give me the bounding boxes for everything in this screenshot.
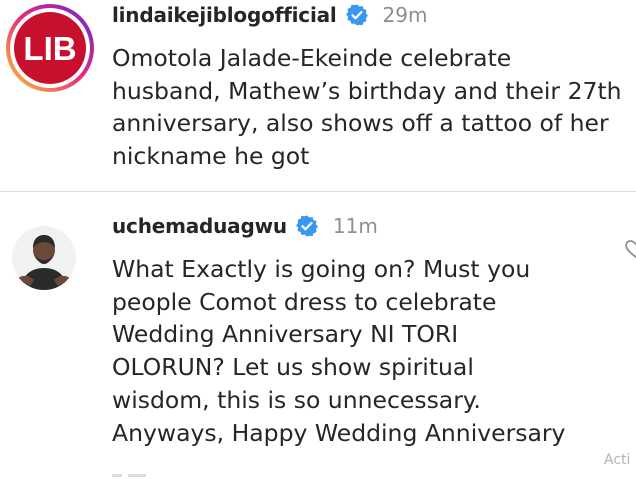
- username[interactable]: uchemaduagwu: [112, 214, 287, 238]
- comment-line: OLORUN? Let us show spiritual: [112, 353, 474, 382]
- timestamp: 29m: [382, 3, 428, 27]
- comment-lindaikejiblog: LIB lindaikejiblogofficial 29m Omotola J…: [0, 0, 636, 192]
- comment-line: nickname he got: [112, 142, 310, 171]
- avatar[interactable]: LIB: [4, 2, 96, 94]
- avatar[interactable]: [12, 226, 76, 290]
- comment-uchemaduagwu: uchemaduagwu 11m What Exactly is going o…: [0, 193, 636, 470]
- comment-line: Omotola Jalade-Ekeinde celebrate: [112, 44, 512, 72]
- comment-text: What Exactly is going on? Must you peopl…: [112, 253, 565, 449]
- profile-photo-icon: [12, 226, 76, 290]
- verified-badge-icon: [295, 214, 319, 238]
- divider: [0, 191, 636, 192]
- lib-logo-icon: LIB: [6, 4, 94, 92]
- comment-line: anniversary, also shows off a tattoo of …: [112, 109, 609, 138]
- reply-row-fragment: [112, 462, 152, 477]
- comment-header: lindaikejiblogofficial 29m: [112, 0, 427, 30]
- comment-line: What Exactly is going on? Must you: [112, 255, 531, 283]
- verified-badge-icon: [345, 3, 369, 27]
- username[interactable]: lindaikejiblogofficial: [112, 3, 337, 27]
- comment-text: Omotola Jalade-Ekeinde celebrate husband…: [112, 42, 622, 173]
- comment-line: Anyways, Happy Wedding Anniversary: [112, 418, 566, 447]
- activate-windows-watermark: Acti: [604, 452, 631, 468]
- comment-line: husband, Mathew’s birthday and their 27t…: [112, 76, 622, 105]
- lib-logo-text: LIB: [23, 30, 76, 67]
- like-heart-icon[interactable]: [624, 236, 636, 264]
- comment-line: people Comot dress to celebrate: [112, 287, 497, 316]
- timestamp: 11m: [332, 214, 378, 238]
- comment-header: uchemaduagwu 11m: [112, 211, 378, 241]
- comment-line: Wedding Anniversary NI TORI: [112, 320, 459, 349]
- comment-line: wisdom, this is so unnecessary.: [112, 385, 481, 414]
